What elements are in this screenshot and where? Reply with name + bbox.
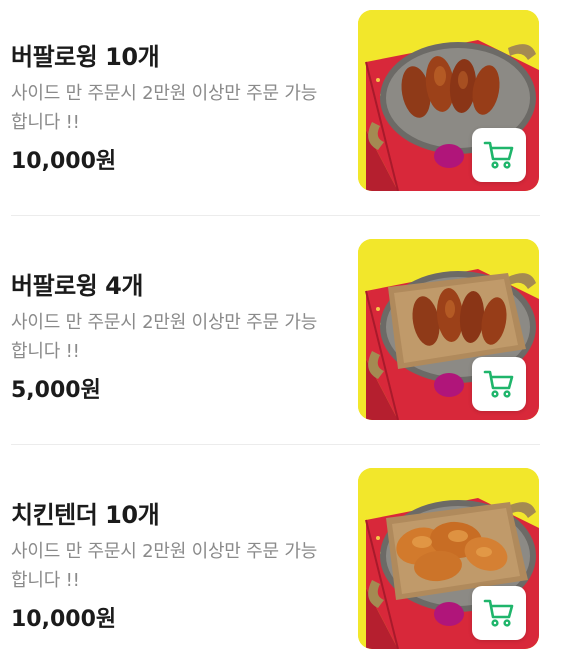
menu-item-name: 치킨텐더 10개	[11, 501, 160, 529]
cart-icon	[483, 370, 514, 398]
add-to-cart-button[interactable]	[472, 128, 526, 182]
decor-blob	[434, 144, 464, 168]
menu-item[interactable]: 버팔로윙 4개 사이드 만 주문시 2만원 이상만 주문 가능합니다 !! 5,…	[0, 234, 563, 434]
menu-item-name: 버팔로윙 4개	[11, 272, 143, 300]
divider	[11, 215, 540, 216]
menu-list: 버팔로윙 10개 사이드 만 주문시 2만원 이상만 주문 가능합니다 !! 1…	[0, 0, 563, 658]
menu-item-price: 10,000원	[11, 149, 117, 174]
menu-item-description: 사이드 만 주문시 2만원 이상만 주문 가능합니다 !!	[11, 83, 318, 133]
divider	[11, 444, 540, 445]
cart-icon	[483, 599, 514, 627]
cart-icon	[483, 141, 514, 169]
menu-item-description: 사이드 만 주문시 2만원 이상만 주문 가능합니다 !!	[11, 312, 318, 362]
add-to-cart-button[interactable]	[472, 586, 526, 640]
decor-blob	[434, 373, 464, 397]
menu-item-price: 10,000원	[11, 607, 117, 632]
menu-item-price: 5,000원	[11, 378, 101, 403]
menu-item-name: 버팔로윙 10개	[11, 43, 160, 71]
decor-blob	[434, 602, 464, 626]
add-to-cart-button[interactable]	[472, 357, 526, 411]
menu-item[interactable]: 버팔로윙 10개 사이드 만 주문시 2만원 이상만 주문 가능합니다 !! 1…	[0, 5, 563, 205]
menu-item-description: 사이드 만 주문시 2만원 이상만 주문 가능합니다 !!	[11, 541, 318, 591]
menu-item[interactable]: 치킨텐더 10개 사이드 만 주문시 2만원 이상만 주문 가능합니다 !! 1…	[0, 463, 563, 663]
